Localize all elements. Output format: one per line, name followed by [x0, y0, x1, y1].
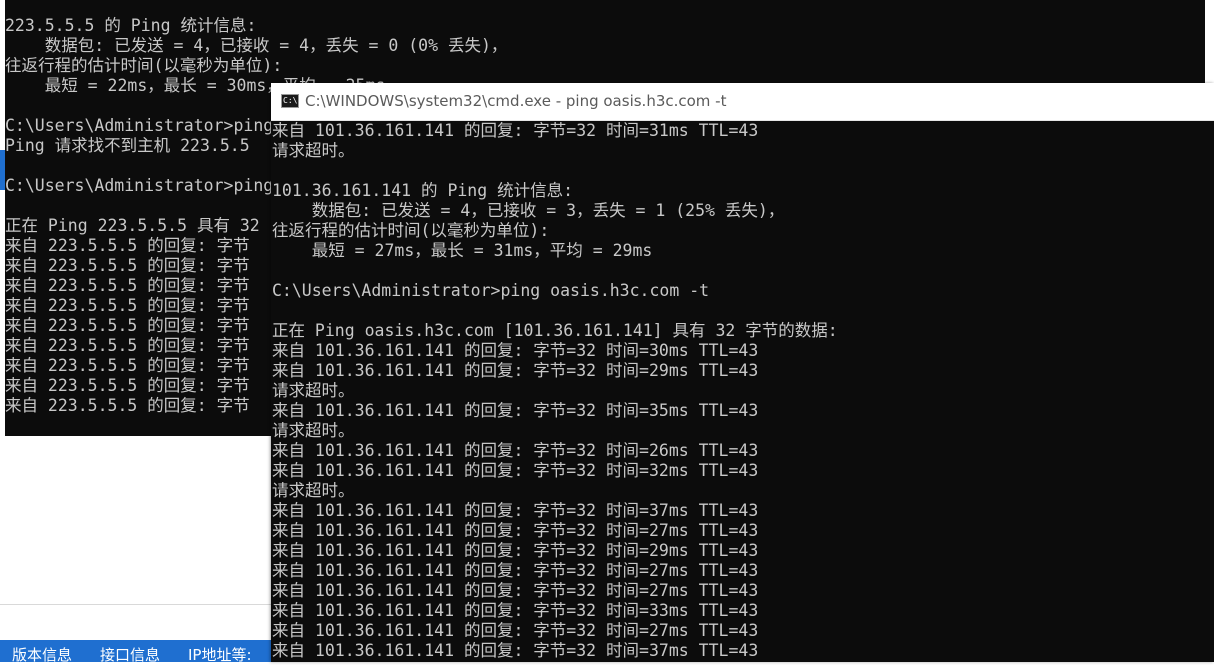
title-bar[interactable]: C:\ C:\WINDOWS\system32\cmd.exe - ping o…	[271, 83, 1214, 121]
console-line: 最短 = 27ms，最长 = 31ms，平均 = 29ms	[272, 241, 653, 260]
console-line: 来自 101.36.161.141 的回复: 字节=32 时间=27ms TTL…	[272, 621, 759, 640]
console-line: 请求超时。	[272, 141, 355, 160]
cmd-window[interactable]: C:\ C:\WINDOWS\system32\cmd.exe - ping o…	[271, 83, 1214, 662]
console-line: 来自 101.36.161.141 的回复: 字节=32 时间=33ms TTL…	[272, 601, 759, 620]
console-line: 来自 101.36.161.141 的回复: 字节=32 时间=30ms TTL…	[272, 341, 759, 360]
console-line: 来自 101.36.161.141 的回复: 字节=32 时间=27ms TTL…	[272, 561, 759, 580]
console-line: 223.5.5.5 的 Ping 统计信息:	[5, 16, 257, 35]
console-output: 来自 101.36.161.141 的回复: 字节=32 时间=31ms TTL…	[272, 121, 838, 661]
cmd-icon: C:\	[281, 94, 299, 108]
console-line: 来自 101.36.161.141 的回复: 字节=32 时间=27ms TTL…	[272, 581, 759, 600]
console-line: 来自 101.36.161.141 的回复: 字节=32 时间=29ms TTL…	[272, 541, 759, 560]
console-line: 请求超时。	[272, 481, 355, 500]
console-line: 来自 101.36.161.141 的回复: 字节=32 时间=31ms TTL…	[272, 121, 759, 140]
console-line: 来自 101.36.161.141 的回复: 字节=32 时间=37ms TTL…	[272, 641, 759, 660]
console-body[interactable]: 来自 101.36.161.141 的回复: 字节=32 时间=31ms TTL…	[271, 121, 1214, 662]
console-line: 数据包: 已发送 = 4，已接收 = 4，丢失 = 0 (0% 丢失)，	[5, 36, 508, 55]
console-line: 来自 101.36.161.141 的回复: 字节=32 时间=29ms TTL…	[272, 361, 759, 380]
console-line: 来自 101.36.161.141 的回复: 字节=32 时间=35ms TTL…	[272, 401, 759, 420]
console-line: 正在 Ping oasis.h3c.com [101.36.161.141] 具…	[272, 321, 838, 340]
console-line: 来自 101.36.161.141 的回复: 字节=32 时间=32ms TTL…	[272, 461, 759, 480]
console-line: 请求超时。	[272, 421, 355, 440]
console-line: 往返行程的估计时间(以毫秒为单位):	[5, 56, 283, 75]
console-line: 数据包: 已发送 = 4，已接收 = 3，丢失 = 1 (25% 丢失)，	[272, 201, 785, 220]
console-line: 来自 101.36.161.141 的回复: 字节=32 时间=37ms TTL…	[272, 501, 759, 520]
console-line: 请求超时。	[272, 381, 355, 400]
console-line: 来自 101.36.161.141 的回复: 字节=32 时间=26ms TTL…	[272, 441, 759, 460]
console-line: 来自 101.36.161.141 的回复: 字节=32 时间=27ms TTL…	[272, 521, 759, 540]
background-app-tab-bar: 版本信息 接口信息 IP地址等:	[0, 640, 272, 664]
console-line: C:\Users\Administrator>ping oasis.h3c.co…	[272, 281, 710, 300]
console-line: 往返行程的估计时间(以毫秒为单位):	[272, 221, 550, 240]
window-title: C:\WINDOWS\system32\cmd.exe - ping oasis…	[305, 92, 727, 110]
background-app-divider	[0, 604, 272, 605]
console-line: 101.36.161.141 的 Ping 统计信息:	[272, 181, 574, 200]
